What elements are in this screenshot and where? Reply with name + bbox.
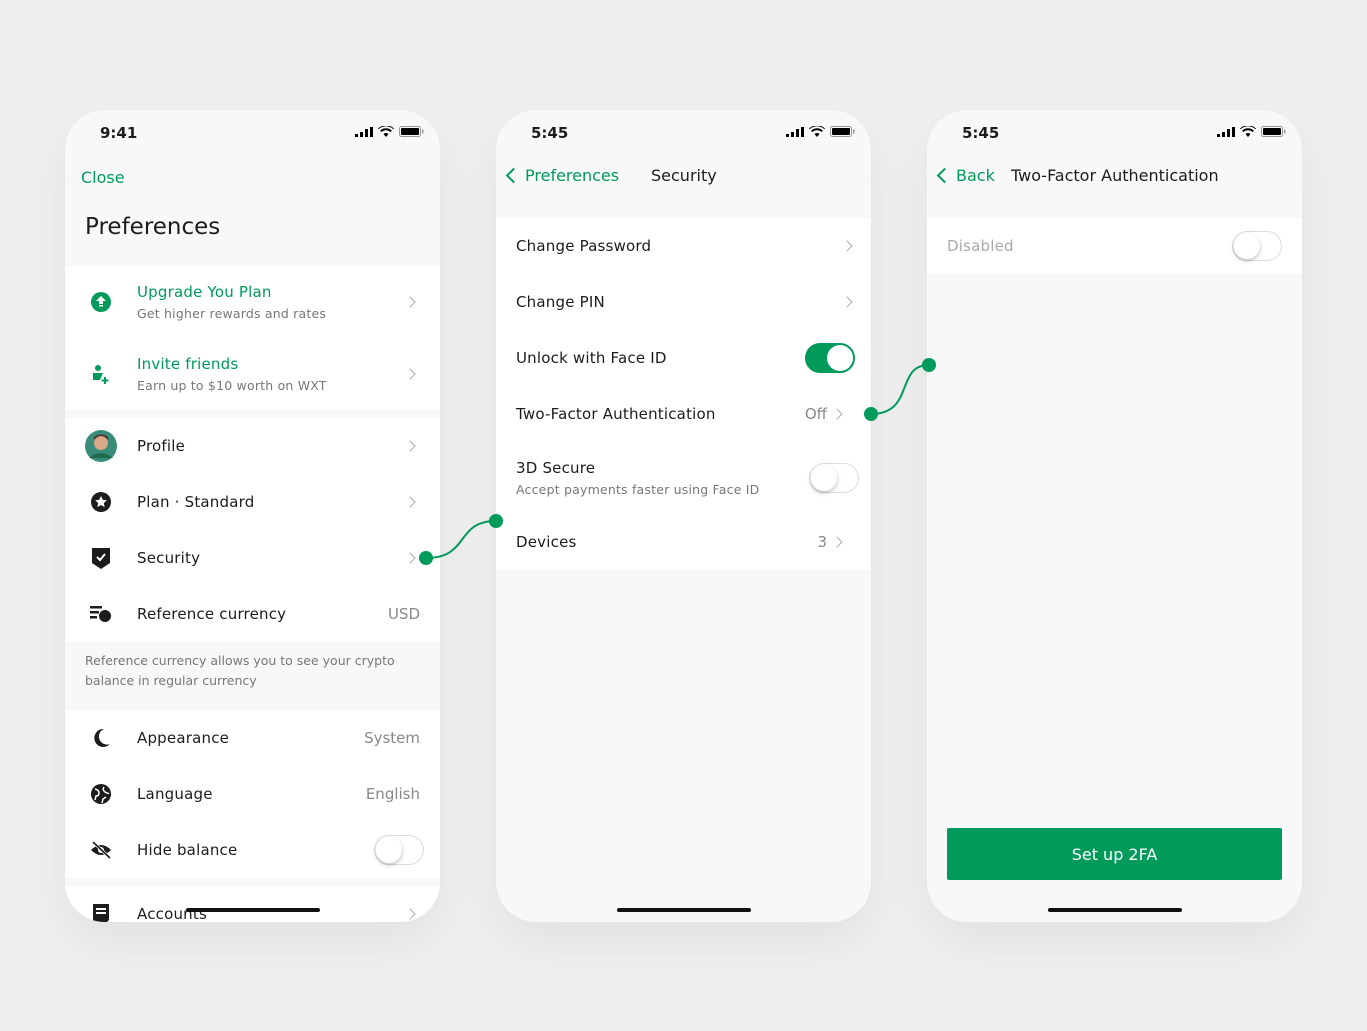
connector-line xyxy=(870,364,930,415)
flow-connectors xyxy=(419,358,936,565)
connector-dot xyxy=(864,407,878,421)
connector-dot xyxy=(922,358,936,372)
connector-dot xyxy=(489,514,503,528)
connector-line xyxy=(425,520,497,559)
connector-dot xyxy=(419,551,433,565)
